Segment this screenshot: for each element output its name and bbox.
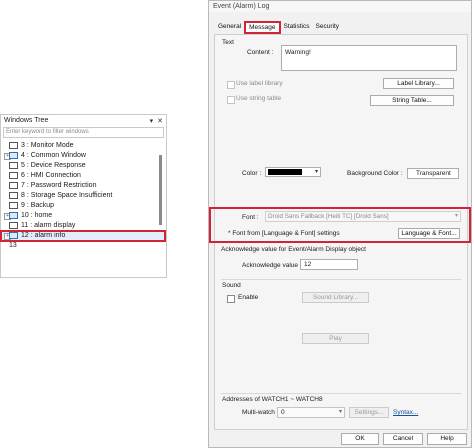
content-label: Content : xyxy=(247,49,274,56)
multi-watch-label: Multi-watch : xyxy=(242,409,279,416)
acknowledge-value-input[interactable]: 12 xyxy=(300,259,358,270)
background-color-value: Transparent xyxy=(416,170,451,177)
background-color-picker[interactable]: Transparent xyxy=(407,168,459,179)
window-icon xyxy=(9,141,18,149)
acknowledge-value-label: Acknowledge value : xyxy=(242,262,302,269)
tree-item-10[interactable]: + 10 : home xyxy=(1,211,165,221)
chevron-down-icon: ▾ xyxy=(314,169,318,175)
window-icon xyxy=(9,201,18,209)
chevron-down-icon: ▾ xyxy=(338,409,342,415)
enable-sound-checkbox[interactable] xyxy=(227,295,235,303)
use-label-library-label: Use label library xyxy=(236,80,283,87)
sound-library-button[interactable]: Sound Library... xyxy=(302,292,369,303)
content-textarea[interactable]: Warning! xyxy=(281,45,457,71)
tree-scrollbar[interactable] xyxy=(159,155,162,225)
tree-item-3[interactable]: 3 : Monitor Mode xyxy=(1,141,165,151)
divider xyxy=(221,393,461,394)
window-icon xyxy=(9,161,18,169)
tree-item-13[interactable]: 13 xyxy=(1,241,165,251)
use-string-table-label: Use string table xyxy=(236,95,282,102)
acknowledge-highlight xyxy=(209,207,471,243)
window-icon xyxy=(9,171,18,179)
tree-item-4[interactable]: + 4 : Common Window xyxy=(1,151,165,161)
content-value: Warning! xyxy=(285,49,311,56)
window-icon xyxy=(9,151,18,159)
window-icon xyxy=(9,221,18,229)
tree-item-label: 3 : Monitor Mode xyxy=(21,142,74,149)
text-section-header: Text xyxy=(222,39,234,46)
tree-item-6[interactable]: 6 : HMI Connection xyxy=(1,171,165,181)
windows-tree-title: Windows Tree xyxy=(1,115,166,126)
tab-message[interactable]: Message xyxy=(244,21,281,34)
tree-item-label: 7 : Password Restriction xyxy=(21,182,97,189)
divider xyxy=(221,279,461,280)
help-button[interactable]: Help xyxy=(427,433,467,445)
label-library-button[interactable]: Label Library... xyxy=(383,78,454,89)
acknowledge-section-header: Acknowledge value for Event/Alarm Displa… xyxy=(221,246,366,253)
tree-item-label: 11 : alarm display xyxy=(21,222,76,229)
windows-tree-list: 3 : Monitor Mode + 4 : Common Window 5 :… xyxy=(0,141,166,271)
acknowledge-value: 12 xyxy=(304,261,312,268)
window-icon xyxy=(9,211,18,219)
tree-item-12-selected[interactable]: + 12 : alarm info xyxy=(0,230,166,242)
event-alarm-log-dialog: Event (Alarm) Log General Message Statis… xyxy=(208,0,472,448)
use-string-table-checkbox[interactable] xyxy=(227,96,235,104)
color-swatch xyxy=(268,169,302,175)
enable-sound-label: Enable xyxy=(238,294,259,301)
watch-section-header: Addresses of WATCH1 ~ WATCH8 xyxy=(222,396,323,403)
dialog-tabs: General Message Statistics Security xyxy=(215,21,342,34)
color-label: Color : xyxy=(242,170,262,177)
windows-filter-input[interactable]: Enter keyword to filter windows xyxy=(3,127,164,138)
tab-general[interactable]: General xyxy=(215,21,244,32)
tree-item-label: 5 : Device Response xyxy=(21,162,86,169)
dialog-title: Event (Alarm) Log xyxy=(209,1,471,12)
tab-statistics[interactable]: Statistics xyxy=(281,21,313,32)
tree-item-label: 8 : Storage Space Insufficient xyxy=(21,192,113,199)
string-table-button[interactable]: String Table... xyxy=(370,95,454,106)
tree-item-label: 12 : alarm info xyxy=(21,232,66,239)
background-color-label: Background Color : xyxy=(347,170,403,177)
pin-icon[interactable]: ▾ xyxy=(150,117,154,125)
tree-item-label: 13 xyxy=(9,242,17,249)
windows-tree-title-buttons: ▾ ✕ xyxy=(150,115,163,126)
multi-watch-select[interactable]: 0 ▾ xyxy=(277,407,345,418)
tree-item-label: 4 : Common Window xyxy=(21,152,86,159)
tree-item-label: 6 : HMI Connection xyxy=(21,172,81,179)
settings-button[interactable]: Settings... xyxy=(349,407,389,418)
tree-item-label: 9 : Backup xyxy=(21,202,55,209)
tree-item-9[interactable]: 9 : Backup xyxy=(1,201,165,211)
use-label-library-checkbox[interactable] xyxy=(227,81,235,89)
color-picker[interactable]: ▾ xyxy=(265,167,321,177)
syntax-link[interactable]: Syntax... xyxy=(393,409,418,416)
tree-item-11[interactable]: 11 : alarm display xyxy=(1,221,165,231)
tab-security[interactable]: Security xyxy=(313,21,342,32)
tree-item-7[interactable]: 7 : Password Restriction xyxy=(1,181,165,191)
window-icon xyxy=(9,181,18,189)
sound-section-header: Sound xyxy=(222,282,241,289)
tree-item-8[interactable]: 8 : Storage Space Insufficient xyxy=(1,191,165,201)
tree-item-5[interactable]: 5 : Device Response xyxy=(1,161,165,171)
window-icon xyxy=(9,231,18,239)
multi-watch-value: 0 xyxy=(281,409,285,416)
cancel-button[interactable]: Cancel xyxy=(383,433,423,445)
windows-tree-panel: Windows Tree ▾ ✕ Enter keyword to filter… xyxy=(0,114,167,278)
play-button[interactable]: Play xyxy=(302,333,369,344)
ok-button[interactable]: OK xyxy=(341,433,379,445)
window-icon xyxy=(9,191,18,199)
tree-item-label: 10 : home xyxy=(21,212,53,219)
close-icon[interactable]: ✕ xyxy=(157,117,163,125)
